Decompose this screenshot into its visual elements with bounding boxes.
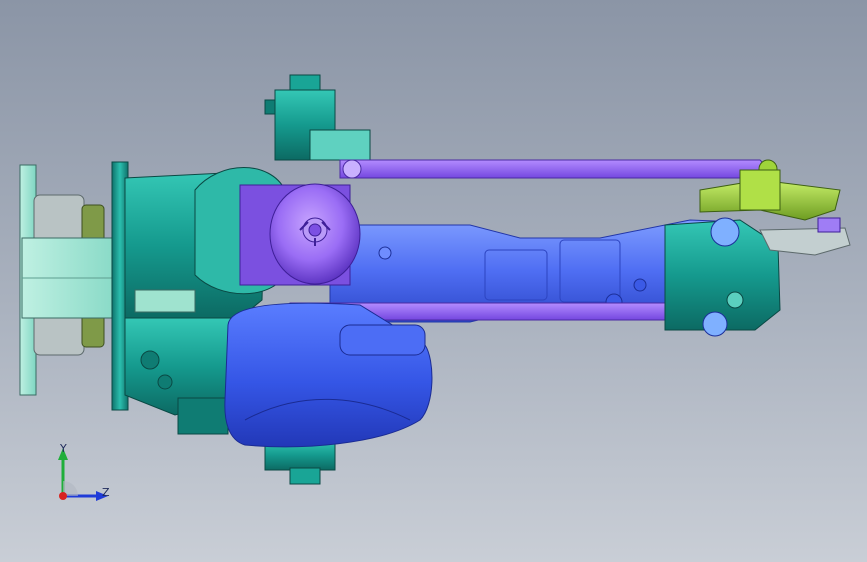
cad-viewport[interactable]: Y Z (0, 0, 867, 562)
upper-bracket (264, 74, 371, 161)
y-axis-label: Y (60, 442, 67, 455)
z-axis-label: Z (102, 486, 110, 499)
counterweight-housing (224, 302, 433, 448)
joint-motor (239, 183, 361, 286)
upper-link-bar (339, 159, 778, 179)
robot-arm-model[interactable] (0, 0, 867, 562)
x-axis-dot (59, 492, 67, 500)
